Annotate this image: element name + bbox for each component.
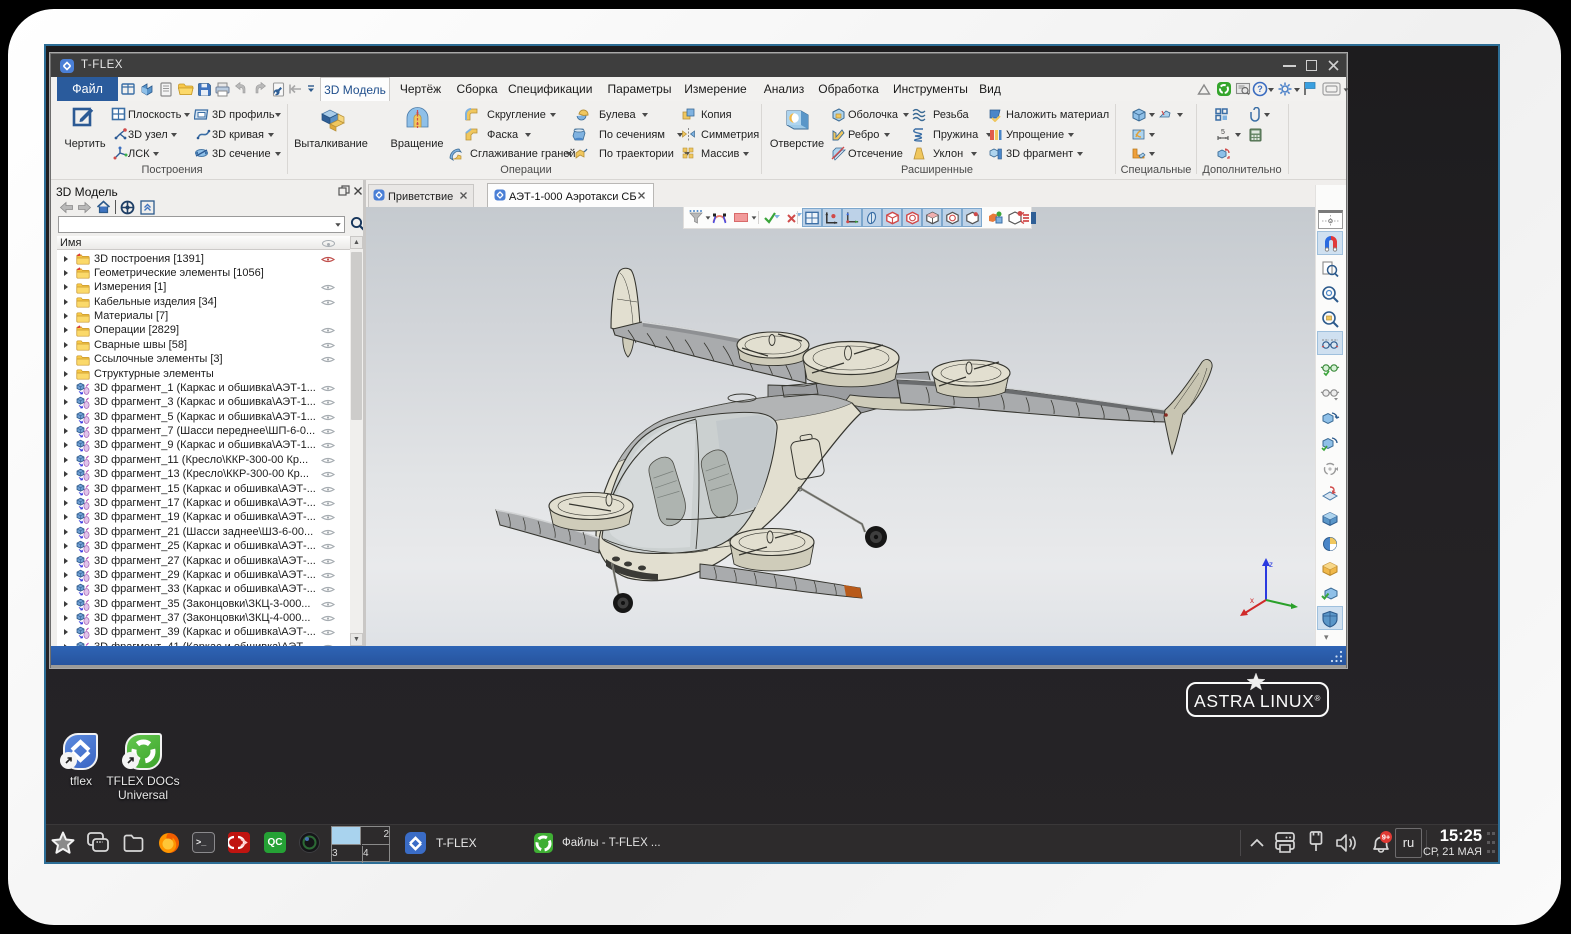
svg-text:5: 5 <box>1221 129 1225 136</box>
svg-text:z: z <box>1269 560 1273 569</box>
svg-text:9+: 9+ <box>1382 833 1391 842</box>
svg-text:x: x <box>1250 596 1254 605</box>
svg-text:?: ? <box>1257 84 1263 94</box>
